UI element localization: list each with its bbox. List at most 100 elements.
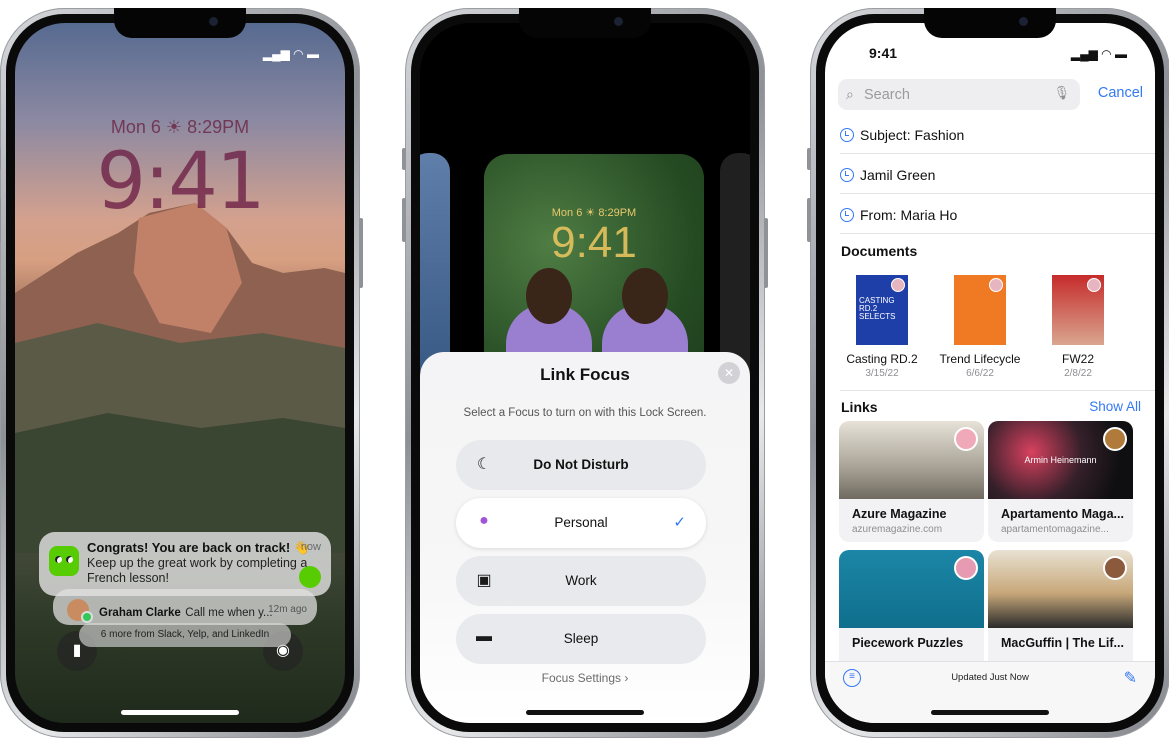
volume-up-button [0, 198, 1, 242]
notification-body: Keep up the great work by completing a F… [87, 556, 308, 585]
customize-screen: Mon 6 ☀ 8:29PM 9:41 ✕ Link Focus Select … [420, 23, 750, 723]
link-card[interactable]: Azure Magazine azuremagazine.com [839, 421, 984, 542]
mountain-illustration [15, 203, 345, 553]
front-camera [614, 17, 623, 26]
documents-header: Documents [841, 243, 918, 259]
preview-time: 9:41 [551, 218, 637, 267]
notification-message-text: Call me when y... [185, 607, 273, 619]
focus-option-label: Do Not Disturb [533, 457, 629, 472]
notification-duolingo[interactable]: Congrats! You are back on track! 👋 Keep … [39, 532, 331, 596]
document-title: Trend Lifecycle [939, 352, 1021, 366]
history-icon [840, 168, 854, 182]
focus-settings-link[interactable]: Focus Settings › [420, 671, 750, 685]
lock-time: 9:41 [96, 137, 265, 227]
notification-sender: Graham Clarke [99, 607, 181, 619]
notch [519, 8, 651, 38]
notification-time: 12m ago [268, 604, 307, 615]
mute-switch [0, 148, 1, 170]
document-title: Casting RD.2 [846, 352, 918, 366]
home-indicator[interactable] [121, 710, 239, 715]
focus-option-personal[interactable]: ● Personal ✓ [456, 498, 706, 548]
notification-title: Congrats! You are back on track! 👋 [87, 540, 311, 555]
status-icons: ▂▄▆ ◠ ▬ [262, 47, 319, 61]
mute-switch [402, 148, 406, 170]
link-url: azuremagazine.com [852, 524, 943, 535]
sheet-title: Link Focus [540, 365, 630, 384]
link-card[interactable]: MacGuffin | The Lif... [988, 550, 1133, 671]
wallpaper-card-right[interactable] [720, 153, 750, 373]
search-screen: 9:41 ▂▄▆ ◠ ▬ ⌕ 🎙 Cancel Subject: Fashion… [825, 23, 1155, 723]
messages-badge-icon [81, 611, 93, 623]
recent-search-label: From: Maria Ho [860, 207, 958, 223]
link-title: MacGuffin | The Lif... [1001, 636, 1124, 650]
document-item[interactable]: FW22 2/8/22 [1033, 275, 1123, 379]
focus-option-do-not-disturb[interactable]: ☾ Do Not Disturb [456, 440, 706, 490]
front-camera [209, 17, 218, 26]
document-item[interactable]: CASTING RD.2 SELECTS Casting RD.2 3/15/2… [837, 275, 927, 379]
microphone-icon[interactable]: 🎙 [1053, 85, 1070, 101]
side-button [359, 218, 363, 288]
recent-search-item[interactable]: From: Maria Ho [840, 207, 957, 223]
avatar [954, 427, 978, 451]
link-card[interactable]: Piecework Puzzles [839, 550, 984, 671]
focus-option-label: Sleep [563, 631, 599, 646]
notification-stack-summary[interactable]: 6 more from Slack, Yelp, and LinkedIn [79, 623, 291, 647]
link-title: Apartamento Maga... [1001, 507, 1124, 521]
link-title: Piecework Puzzles [852, 636, 964, 650]
volume-up-button [807, 198, 811, 242]
document-item[interactable]: Trend Lifecycle 6/6/22 [935, 275, 1025, 379]
home-indicator[interactable] [526, 710, 644, 715]
sheet-subtitle: Select a Focus to turn on with this Lock… [463, 407, 707, 419]
document-title: FW22 [1061, 352, 1094, 366]
document-thumbnail [1052, 275, 1104, 345]
sunset-icon: ☀ [165, 117, 188, 137]
focus-option-work[interactable]: ▣ Work [456, 556, 706, 606]
show-all-link[interactable]: Show All [1089, 399, 1141, 414]
wallpaper-card-left[interactable] [420, 153, 450, 373]
avatar [954, 556, 978, 580]
search-input[interactable] [864, 84, 1044, 105]
document-date: 6/6/22 [966, 368, 994, 379]
photo-subject-head [622, 268, 668, 324]
link-url: apartamentomagazine... [1001, 524, 1109, 535]
focus-settings-label: Focus Settings [541, 671, 622, 685]
weather-time-label: 8:29PM [187, 117, 250, 137]
link-focus-sheet: ✕ Link Focus Select a Focus to turn on w… [420, 352, 750, 723]
focus-option-label: Personal [554, 515, 608, 530]
links-header: Links [841, 399, 878, 415]
side-button [764, 218, 768, 288]
lock-screen: ▂▄▆ ◠ ▬ Mon 6 ☀ 8:29PM 9:41 Congrats! Yo… [15, 23, 345, 723]
link-title: Azure Magazine [852, 507, 947, 521]
duolingo-icon [49, 546, 79, 576]
avatar [1087, 278, 1101, 292]
recent-search-item[interactable]: Jamil Green [840, 167, 935, 183]
avatar [1103, 427, 1127, 451]
notification-time: now [300, 541, 321, 553]
document-thumbnail: CASTING RD.2 SELECTS [856, 275, 908, 345]
focus-option-sleep[interactable]: ▬ Sleep [456, 614, 706, 664]
photo-subject-head [526, 268, 572, 324]
divider [840, 390, 1155, 391]
document-thumbnail [954, 275, 1006, 345]
update-status: Updated Just Now [951, 672, 1029, 683]
mute-switch [807, 148, 811, 170]
recent-search-label: Jamil Green [860, 167, 936, 183]
volume-up-button [402, 198, 406, 242]
phone-link-focus: Mon 6 ☀ 8:29PM 9:41 ✕ Link Focus Select … [402, 8, 768, 738]
recent-search-item[interactable]: Subject: Fashion [840, 127, 964, 143]
divider [840, 153, 1155, 154]
compose-icon[interactable]: ✎ [1124, 668, 1137, 688]
notch [924, 8, 1056, 38]
link-card[interactable]: Armin Heinemann Apartamento Maga... apar… [988, 421, 1133, 542]
divider [840, 193, 1155, 194]
owl-icon [299, 566, 321, 588]
document-date: 2/8/22 [1064, 368, 1092, 379]
cancel-button[interactable]: Cancel [1098, 85, 1143, 101]
lock-date: Mon 6 ☀ 8:29PM [15, 117, 345, 138]
phone-lock-screen: ▂▄▆ ◠ ▬ Mon 6 ☀ 8:29PM 9:41 Congrats! Yo… [0, 8, 363, 738]
search-icon: ⌕ [846, 86, 854, 102]
focus-option-label: Work [565, 573, 597, 588]
avatar [1103, 556, 1127, 580]
status-time: 9:41 [869, 45, 898, 61]
home-indicator[interactable] [931, 710, 1049, 715]
